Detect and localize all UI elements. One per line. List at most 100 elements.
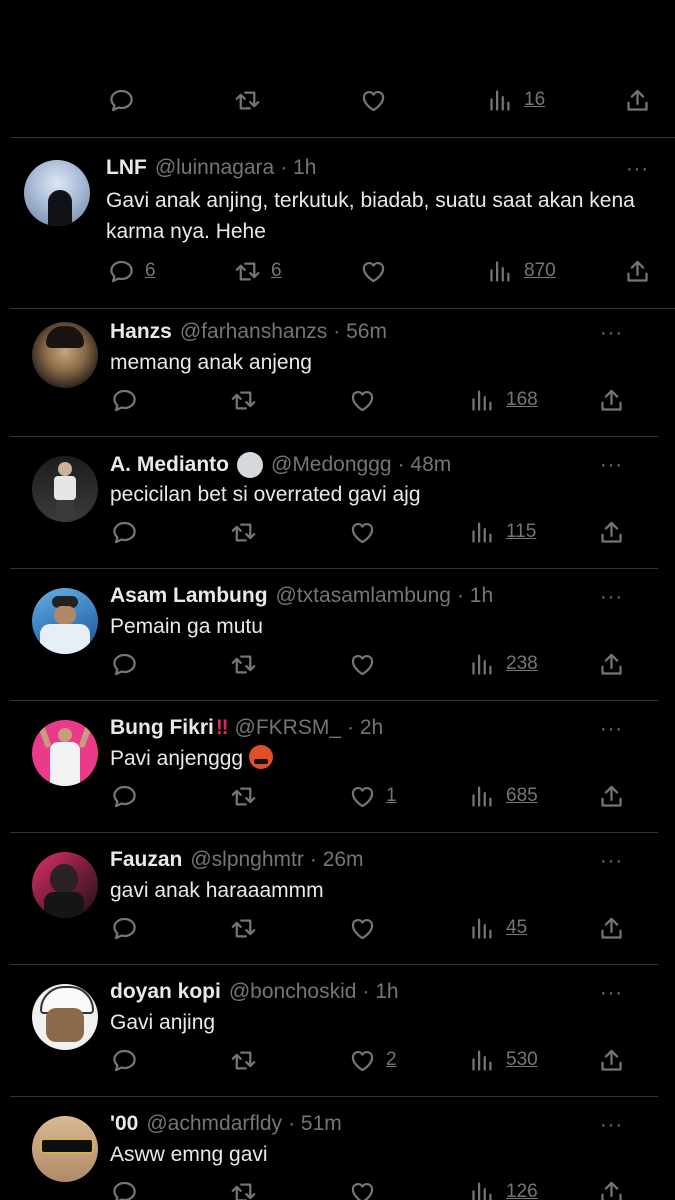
like-button[interactable] xyxy=(349,644,376,684)
reply-button[interactable] xyxy=(111,512,138,552)
retweet-button[interactable] xyxy=(234,80,261,120)
share-button[interactable] xyxy=(598,644,625,684)
views-button[interactable]: 685 xyxy=(469,776,538,816)
like-button[interactable] xyxy=(349,512,376,552)
reply-button[interactable]: 6 xyxy=(108,251,156,291)
display-name[interactable]: A. Medianto xyxy=(110,453,229,477)
retweet-button[interactable] xyxy=(230,908,257,948)
retweet-button[interactable]: 6 xyxy=(234,251,282,291)
timestamp[interactable]: · 1h xyxy=(457,584,493,608)
display-name[interactable]: Asam Lambung xyxy=(110,584,268,608)
views-button[interactable]: 530 xyxy=(469,1040,538,1080)
reply-button[interactable] xyxy=(111,1172,138,1200)
display-name[interactable]: Hanzs xyxy=(110,320,172,344)
more-icon[interactable]: ··· xyxy=(600,982,623,1005)
timestamp[interactable]: · 51m xyxy=(288,1112,342,1136)
tweet[interactable]: LNF @luinnagara · 1h ··· Gavi anak anjin… xyxy=(0,138,675,308)
handle[interactable]: @FKRSM_ xyxy=(235,716,342,740)
retweet-button[interactable] xyxy=(230,512,257,552)
like-button[interactable] xyxy=(349,908,376,948)
handle[interactable]: @txtasamlambung xyxy=(276,584,451,608)
reply-button[interactable] xyxy=(111,380,138,420)
timestamp[interactable]: · 2h xyxy=(347,716,383,740)
like-button[interactable] xyxy=(360,80,387,120)
tweet[interactable]: Bung Fikri ‼ @FKRSM_ · 2h ··· Pavi anjen… xyxy=(0,701,675,832)
reply-button[interactable] xyxy=(111,776,138,816)
display-name[interactable]: Bung Fikri xyxy=(110,716,214,740)
display-name[interactable]: '00 xyxy=(110,1112,138,1136)
more-icon[interactable]: ··· xyxy=(600,850,623,873)
views-button[interactable]: 870 xyxy=(487,251,556,291)
retweet-icon xyxy=(230,915,257,942)
reply-count: 6 xyxy=(145,260,156,281)
more-icon[interactable]: ··· xyxy=(600,586,623,609)
like-button[interactable]: 1 xyxy=(349,776,397,816)
retweet-button[interactable] xyxy=(230,644,257,684)
reply-button[interactable] xyxy=(111,1040,138,1080)
retweet-button[interactable] xyxy=(230,380,257,420)
display-name[interactable]: LNF xyxy=(106,156,147,180)
retweet-icon xyxy=(230,1179,257,1200)
tweet[interactable]: A. Medianto @Medonggg · 48m ··· pecicila… xyxy=(0,437,675,568)
share-button[interactable] xyxy=(598,380,625,420)
share-button[interactable] xyxy=(598,776,625,816)
handle[interactable]: @luinnagara xyxy=(155,156,274,180)
share-icon xyxy=(598,915,625,942)
reply-button[interactable] xyxy=(111,908,138,948)
tweet[interactable]: Fauzan @slpnghmtr · 26m ··· gavi anak ha… xyxy=(0,833,675,964)
tweet-header: Asam Lambung @txtasamlambung · 1h xyxy=(110,584,493,608)
like-button[interactable] xyxy=(349,380,376,420)
retweet-icon xyxy=(230,1047,257,1074)
retweet-button[interactable] xyxy=(230,1172,257,1200)
views-button[interactable]: 45 xyxy=(469,908,527,948)
handle[interactable]: @Medonggg xyxy=(271,453,392,477)
tweet-text: Gavi anjing xyxy=(110,1011,216,1034)
like-button[interactable] xyxy=(360,251,387,291)
handle[interactable]: @farhanshanzs xyxy=(180,320,327,344)
tweet[interactable]: doyan kopi @bonchoskid · 1h ··· Gavi anj… xyxy=(0,965,675,1096)
timestamp[interactable]: · 48m xyxy=(398,453,452,477)
tweet[interactable]: '00 @achmdarfldy · 51m ··· Asww emng gav… xyxy=(0,1097,675,1200)
views-button[interactable]: 115 xyxy=(469,512,536,552)
more-icon[interactable]: ··· xyxy=(626,158,649,181)
more-icon[interactable]: ··· xyxy=(600,1114,623,1137)
share-button[interactable] xyxy=(624,251,651,291)
reply-icon xyxy=(111,783,138,810)
views-icon xyxy=(487,258,514,285)
display-name[interactable]: Fauzan xyxy=(110,848,182,872)
more-icon[interactable]: ··· xyxy=(600,322,623,345)
tweet-header: '00 @achmdarfldy · 51m xyxy=(110,1112,342,1136)
timestamp[interactable]: · 56m xyxy=(333,320,387,344)
avatar[interactable] xyxy=(24,160,90,226)
views-button[interactable]: 168 xyxy=(469,380,538,420)
handle[interactable]: @slpnghmtr xyxy=(190,848,304,872)
views-button[interactable]: 238 xyxy=(469,644,538,684)
tweet[interactable]: Asam Lambung @txtasamlambung · 1h ··· Pe… xyxy=(0,569,675,700)
share-button[interactable] xyxy=(624,80,651,120)
timestamp[interactable]: · 1h xyxy=(362,980,398,1004)
reply-button[interactable] xyxy=(111,644,138,684)
retweet-count: 6 xyxy=(271,260,282,281)
handle[interactable]: @achmdarfldy xyxy=(146,1112,282,1136)
timestamp[interactable]: · 26m xyxy=(310,848,364,872)
like-button[interactable]: 2 xyxy=(349,1040,397,1080)
retweet-button[interactable] xyxy=(230,1040,257,1080)
display-name[interactable]: doyan kopi xyxy=(110,980,221,1004)
views-button[interactable]: 16 xyxy=(487,80,545,120)
share-button[interactable] xyxy=(598,908,625,948)
handle[interactable]: @bonchoskid xyxy=(229,980,357,1004)
more-icon[interactable]: ··· xyxy=(600,718,623,741)
views-button[interactable]: 126 xyxy=(469,1172,538,1200)
retweet-button[interactable] xyxy=(230,776,257,816)
share-button[interactable] xyxy=(598,1040,625,1080)
retweet-icon xyxy=(230,519,257,546)
timestamp[interactable]: · 1h xyxy=(280,156,316,180)
share-button[interactable] xyxy=(598,1172,625,1200)
verified-badge-icon xyxy=(237,452,263,478)
more-icon[interactable]: ··· xyxy=(600,454,623,477)
reply-button[interactable] xyxy=(108,80,135,120)
like-button[interactable] xyxy=(349,1172,376,1200)
avatar[interactable] xyxy=(32,322,98,388)
tweet[interactable]: Hanzs @farhanshanzs · 56m ··· memang ana… xyxy=(0,309,675,436)
share-button[interactable] xyxy=(598,512,625,552)
